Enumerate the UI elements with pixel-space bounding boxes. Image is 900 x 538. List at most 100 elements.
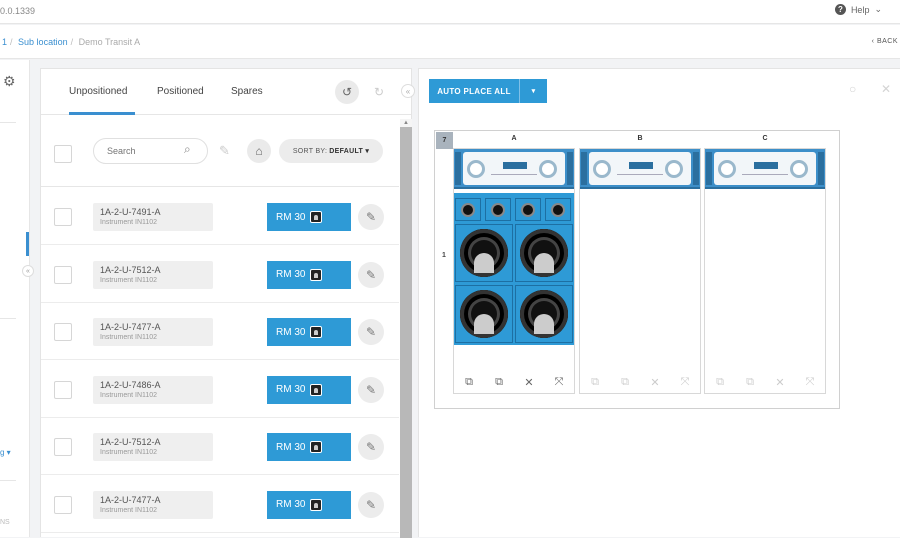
rm-label: RM 30: [276, 499, 306, 510]
tools-icon[interactable]: ⤧: [802, 376, 818, 389]
rm-module-chip[interactable]: RM 30: [267, 318, 351, 346]
frame-column: B ⧉ ⧉ ✕ ⤧: [579, 131, 701, 394]
big-module[interactable]: [455, 224, 513, 282]
rm-module-chip[interactable]: RM 30: [267, 375, 351, 404]
frame-header-block: [580, 149, 700, 189]
clear-icon[interactable]: ✕: [647, 376, 663, 389]
item-checkbox[interactable]: [54, 438, 72, 456]
gear-icon[interactable]: ⚙: [3, 73, 16, 90]
select-all-checkbox[interactable]: [54, 145, 72, 163]
list-item[interactable]: 1A-2-U-7486-A Instrument IN1102 RM 30 ✎: [41, 361, 399, 418]
header-side: [706, 152, 712, 185]
undo-icon[interactable]: ↺: [335, 80, 359, 104]
ring-icon: [718, 160, 736, 178]
frame-header-block: [454, 149, 574, 189]
item-instrument: Instrument IN1102: [100, 391, 158, 399]
rm-module-chip[interactable]: RM 30: [267, 433, 351, 461]
big-module[interactable]: [455, 285, 513, 343]
tab-positioned[interactable]: Positioned: [157, 86, 204, 97]
header-line: [617, 174, 663, 175]
column-body[interactable]: ⧉ ⧉ ✕ ⤧: [704, 148, 826, 394]
breadcrumb-item-1[interactable]: 1: [2, 37, 7, 47]
auto-place-all-button[interactable]: AUTO PLACE ALL ▾: [429, 79, 547, 103]
scrollbar[interactable]: ▲: [400, 119, 412, 538]
list-item[interactable]: 1A-2-U-7477-A Instrument IN1102 RM 30 ✎: [41, 303, 399, 360]
item-checkbox[interactable]: [54, 265, 72, 284]
copy-icon[interactable]: ⧉: [712, 376, 728, 389]
big-module[interactable]: [515, 285, 573, 343]
back-button[interactable]: ‹ BACK: [872, 38, 898, 45]
item-checkbox[interactable]: [54, 380, 72, 399]
tag-icon[interactable]: ⌂: [247, 139, 271, 163]
sidebar-dropdown[interactable]: g ▾: [0, 448, 11, 457]
module-icon: [310, 498, 323, 511]
paste-icon[interactable]: ⧉: [491, 376, 507, 389]
rm-label: RM 30: [276, 441, 306, 453]
rm-label: RM 30: [276, 211, 306, 223]
small-module[interactable]: [485, 198, 511, 221]
chevron-down-icon[interactable]: ▾: [519, 79, 547, 103]
breadcrumb: 1/ Sub location / Demo Transit A: [2, 37, 141, 47]
header-label-plate: [463, 152, 565, 185]
list-item[interactable]: 1A-2-U-7477-A Instrument IN1102 RM 30 ✎: [41, 476, 399, 533]
help-menu[interactable]: ? Help ⌄: [834, 4, 882, 15]
item-checkbox[interactable]: [54, 495, 72, 514]
sidebar-collapse-icon[interactable]: «: [22, 265, 34, 277]
pencil-icon[interactable]: ✎: [219, 143, 230, 159]
column-body[interactable]: ⧉ ⧉ ✕ ⤧: [453, 148, 575, 394]
rm-label: RM 30: [276, 326, 306, 338]
small-module[interactable]: [545, 198, 571, 221]
edit-icon[interactable]: ✎: [358, 204, 384, 230]
clear-icon[interactable]: ✕: [772, 376, 788, 389]
item-label-box: 1A-2-U-7491-A Instrument IN1102: [93, 203, 213, 231]
tools-icon[interactable]: ⤧: [677, 376, 693, 389]
chevron-left-icon: ‹: [871, 38, 875, 45]
edit-icon[interactable]: ✎: [358, 261, 384, 288]
search-icon[interactable]: ⌕: [184, 142, 200, 158]
item-code: 1A-2-U-7491-A: [100, 207, 161, 217]
close-icon[interactable]: ✕: [881, 82, 891, 96]
list-item[interactable]: 1A-2-U-7512-A Instrument IN1102 RM 30 ✎: [41, 246, 399, 303]
chevron-down-icon: ⌄: [874, 4, 882, 14]
rm-label: RM 30: [276, 384, 306, 395]
paste-icon[interactable]: ⧉: [742, 376, 758, 389]
tab-spares[interactable]: Spares: [231, 86, 263, 97]
edit-icon[interactable]: ✎: [358, 434, 384, 460]
column-body[interactable]: ⧉ ⧉ ✕ ⤧: [579, 148, 701, 394]
list-item[interactable]: 1A-2-U-7512-A Instrument IN1102 RM 30 ✎: [41, 418, 399, 475]
small-module[interactable]: [455, 198, 481, 221]
logo-icon: [629, 162, 653, 169]
small-module[interactable]: [515, 198, 541, 221]
list-item[interactable]: 1A-2-U-7491-A Instrument IN1102 RM 30 ✎: [41, 188, 399, 245]
redo-icon[interactable]: ↻: [367, 80, 391, 104]
module-icon: [310, 268, 323, 281]
scroll-up-icon[interactable]: ▲: [403, 120, 409, 126]
ring-icon: [593, 160, 611, 178]
big-module[interactable]: [515, 224, 573, 282]
paste-icon[interactable]: ⧉: [617, 376, 633, 389]
rm-module-chip[interactable]: RM 30: [267, 490, 351, 519]
zoom-icon[interactable]: ○: [849, 82, 856, 96]
edit-icon[interactable]: ✎: [358, 376, 384, 403]
rm-module-chip[interactable]: RM 30: [267, 260, 351, 289]
panel-collapse-icon[interactable]: «: [401, 84, 415, 98]
copy-icon[interactable]: ⧉: [461, 376, 477, 389]
edit-icon[interactable]: ✎: [358, 491, 384, 518]
breadcrumb-item-sub-location[interactable]: Sub location: [18, 37, 68, 47]
rm-module-chip[interactable]: RM 30: [267, 203, 351, 231]
item-checkbox[interactable]: [54, 323, 72, 341]
item-label-box: 1A-2-U-7512-A Instrument IN1102: [93, 433, 213, 461]
sort-dropdown[interactable]: SORT BY: DEFAULT ▾: [279, 139, 383, 163]
scrollbar-thumb[interactable]: [400, 127, 412, 538]
tools-icon[interactable]: ⤧: [551, 376, 567, 389]
copy-icon[interactable]: ⧉: [587, 376, 603, 389]
placed-modules[interactable]: [454, 193, 574, 345]
clear-icon[interactable]: ✕: [521, 376, 537, 389]
header-label-plate: [589, 152, 691, 185]
help-icon: ?: [834, 4, 846, 15]
item-checkbox[interactable]: [54, 208, 72, 226]
sidebar-active-indicator: [26, 232, 29, 256]
tab-unpositioned[interactable]: Unpositioned: [69, 86, 127, 97]
edit-icon[interactable]: ✎: [358, 319, 384, 345]
header-side: [455, 152, 461, 185]
